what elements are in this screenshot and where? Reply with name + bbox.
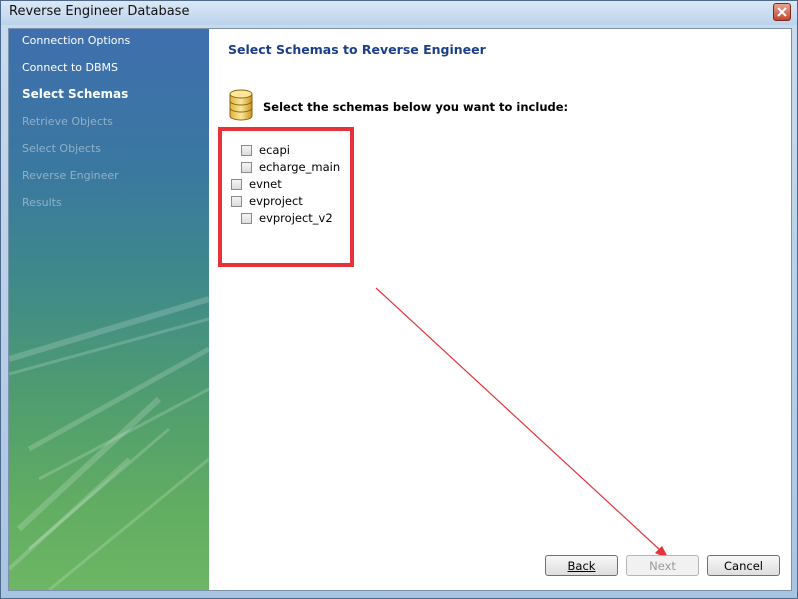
sidebar-item-select-schemas: Select Schemas (22, 87, 129, 101)
wizard-sidebar: Connection Options Connect to DBMS Selec… (9, 29, 209, 590)
database-icon (229, 89, 253, 121)
sidebar-item-connection-options: Connection Options (22, 34, 131, 47)
window-title: Reverse Engineer Database (9, 4, 190, 19)
sidebar-item-retrieve-objects: Retrieve Objects (22, 115, 113, 128)
sidebar-item-reverse-engineer: Reverse Engineer (22, 169, 119, 182)
sidebar-item-select-objects: Select Objects (22, 142, 101, 155)
page-title: Select Schemas to Reverse Engineer (228, 42, 486, 57)
cancel-button[interactable]: Cancel (707, 555, 780, 576)
dialog-client-area: Connection Options Connect to DBMS Selec… (8, 28, 792, 591)
dialog-window: Reverse Engineer Database Connection Opt… (0, 0, 798, 599)
annotation-highlight-box (218, 127, 354, 267)
title-bar[interactable]: Reverse Engineer Database (1, 1, 797, 25)
sidebar-decoration (9, 296, 209, 590)
sidebar-item-results: Results (22, 196, 62, 209)
next-button[interactable]: Next (626, 555, 699, 576)
sidebar-item-connect-to-dbms: Connect to DBMS (22, 61, 119, 74)
back-button[interactable]: Back (545, 555, 618, 576)
instruction-text: Select the schemas below you want to inc… (263, 100, 569, 114)
close-icon (777, 7, 787, 17)
close-button[interactable] (773, 3, 791, 21)
